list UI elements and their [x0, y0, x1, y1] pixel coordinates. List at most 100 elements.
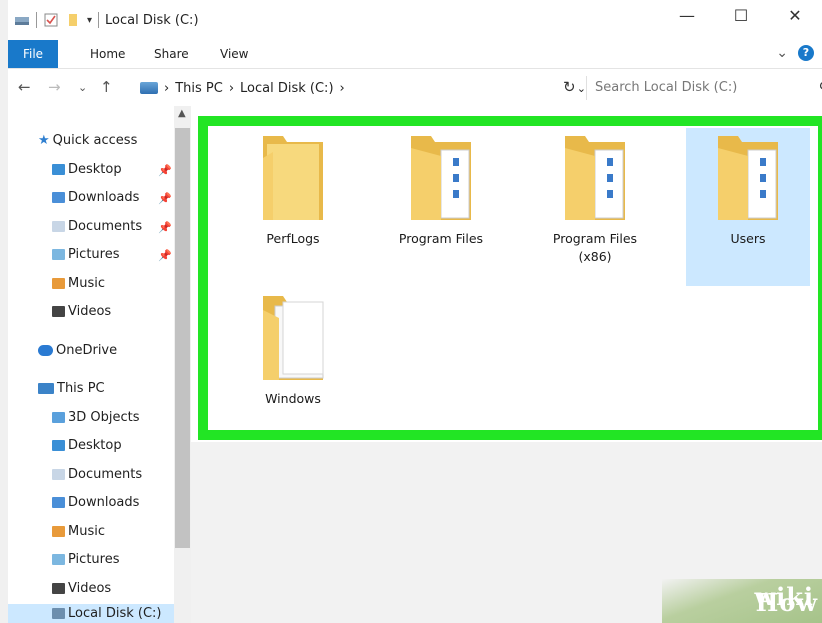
- tab-file[interactable]: File: [8, 40, 58, 68]
- ribbon-tabs: File Home Share View ⌄ ?: [8, 40, 822, 69]
- music-icon: [52, 526, 65, 537]
- folder-program-files-x86[interactable]: Program Files (x86): [533, 128, 657, 286]
- nav-quick-downloads[interactable]: Downloads: [52, 190, 139, 205]
- address-bar[interactable]: › This PC › Local Disk (C:) › ⌄: [140, 76, 586, 100]
- documents-icon: [52, 221, 65, 232]
- nav-quick-desktop[interactable]: Desktop: [52, 162, 122, 177]
- folder-users[interactable]: Users: [686, 128, 810, 286]
- drive-icon[interactable]: [14, 13, 30, 27]
- folder-icon: [565, 136, 625, 220]
- folder-label: Windows: [265, 391, 321, 406]
- nav-label: Desktop: [68, 438, 122, 453]
- nav-scrollbar[interactable]: ▲: [174, 106, 191, 623]
- nav-label: Music: [68, 524, 105, 539]
- nav-label: Downloads: [68, 495, 140, 510]
- search-placeholder: Search Local Disk (C:): [595, 80, 738, 95]
- content-pane: PerfLogs Program Files Program Files (x8…: [191, 106, 822, 623]
- nav-label: Downloads: [68, 190, 140, 205]
- maximize-button[interactable]: ☐: [714, 6, 768, 25]
- expand-ribbon-icon[interactable]: ⌄: [776, 45, 788, 61]
- forward-icon[interactable]: →: [48, 78, 61, 96]
- nav-pc-pictures[interactable]: Pictures: [52, 552, 119, 567]
- folder-windows[interactable]: Windows: [231, 288, 355, 446]
- address-dropdown-icon[interactable]: ⌄: [577, 82, 586, 95]
- new-folder-icon[interactable]: [65, 13, 81, 27]
- pictures-icon: [52, 249, 65, 260]
- nav-pc-local-disk[interactable]: Local Disk (C:): [8, 604, 174, 623]
- nav-quick-access[interactable]: ★ Quick access: [38, 133, 137, 148]
- downloads-icon: [52, 192, 65, 203]
- nav-label: Documents: [68, 219, 143, 234]
- watermark-text: wiki: [754, 582, 814, 611]
- nav-quick-pictures[interactable]: Pictures: [52, 247, 119, 262]
- nav-pc-videos[interactable]: Videos: [52, 581, 111, 596]
- address-segment-this-pc[interactable]: This PC: [175, 81, 223, 96]
- computer-icon: [38, 383, 54, 394]
- this-pc-icon: [140, 82, 158, 94]
- quick-access-toolbar: ▾ Local Disk (C:): [14, 12, 199, 28]
- 3d-objects-icon: [52, 412, 65, 423]
- videos-icon: [52, 306, 65, 317]
- pictures-icon: [52, 554, 65, 565]
- address-separator: ›: [339, 80, 345, 96]
- up-icon[interactable]: ↑: [100, 78, 113, 96]
- search-box[interactable]: Search Local Disk (C:) ⚲: [586, 76, 822, 100]
- folder-label: Program Files: [398, 231, 484, 246]
- nav-this-pc[interactable]: This PC: [38, 381, 105, 396]
- drive-icon: [52, 608, 65, 619]
- address-row: ← → ⌄ ↑ › This PC › Local Disk (C:) › ⌄ …: [8, 70, 822, 106]
- nav-pc-documents[interactable]: Documents: [52, 467, 142, 482]
- folder-label: Users: [730, 231, 766, 246]
- qat-dropdown-icon[interactable]: ▾: [87, 15, 92, 26]
- nav-quick-documents[interactable]: Documents: [52, 219, 142, 234]
- window-controls: — ☐ ✕: [660, 6, 822, 25]
- nav-label: Videos: [68, 581, 112, 596]
- tab-home[interactable]: Home: [90, 40, 125, 68]
- address-separator: ›: [228, 80, 235, 96]
- videos-icon: [52, 583, 65, 594]
- navigation-pane: ★ Quick access Desktop 📌 Downloads 📌 Docu…: [8, 106, 174, 623]
- refresh-icon[interactable]: ↻: [563, 78, 576, 96]
- downloads-icon: [52, 497, 65, 508]
- nav-quick-videos[interactable]: Videos: [52, 304, 111, 319]
- scroll-thumb[interactable]: [175, 128, 190, 548]
- folder-label: Program Files (x86): [552, 231, 638, 264]
- desktop-icon: [52, 164, 65, 175]
- nav-label: OneDrive: [56, 343, 118, 358]
- nav-onedrive[interactable]: OneDrive: [38, 343, 117, 358]
- pin-icon: 📌: [158, 192, 172, 205]
- nav-label: This PC: [57, 381, 105, 396]
- folder-icon: [411, 136, 471, 220]
- nav-label: Desktop: [68, 162, 122, 177]
- address-segment-local-disk[interactable]: Local Disk (C:): [240, 81, 333, 96]
- nav-label: Documents: [68, 467, 143, 482]
- star-icon: ★: [38, 133, 50, 148]
- tab-share[interactable]: Share: [154, 40, 189, 68]
- ribbon-right: ⌄ ?: [776, 45, 814, 61]
- nav-pc-music[interactable]: Music: [52, 524, 105, 539]
- window-title: Local Disk (C:): [105, 12, 199, 28]
- folder-icon: [718, 136, 778, 220]
- nav-pc-desktop[interactable]: Desktop: [52, 438, 122, 453]
- address-separator: ›: [164, 80, 170, 96]
- pin-icon: 📌: [158, 221, 172, 234]
- nav-pc-downloads[interactable]: Downloads: [52, 495, 139, 510]
- divider: [36, 12, 37, 28]
- properties-icon[interactable]: [43, 13, 59, 27]
- folder-program-files[interactable]: Program Files: [379, 128, 503, 286]
- tab-view[interactable]: View: [220, 40, 248, 68]
- folder-perflogs[interactable]: PerfLogs: [231, 128, 355, 286]
- minimize-button[interactable]: —: [660, 6, 714, 25]
- help-icon[interactable]: ?: [798, 45, 814, 61]
- divider: [98, 12, 100, 28]
- title-bar: ▾ Local Disk (C:) — ☐ ✕: [8, 0, 822, 40]
- recent-locations-icon[interactable]: ⌄: [78, 81, 87, 94]
- back-icon[interactable]: ←: [18, 78, 31, 96]
- nav-label: Quick access: [52, 133, 138, 148]
- nav-label: Pictures: [68, 552, 120, 567]
- nav-quick-music[interactable]: Music: [52, 276, 105, 291]
- nav-pc-3d-objects[interactable]: 3D Objects: [52, 410, 140, 425]
- close-button[interactable]: ✕: [768, 6, 822, 25]
- music-icon: [52, 278, 65, 289]
- scroll-up-icon[interactable]: ▲: [178, 108, 186, 119]
